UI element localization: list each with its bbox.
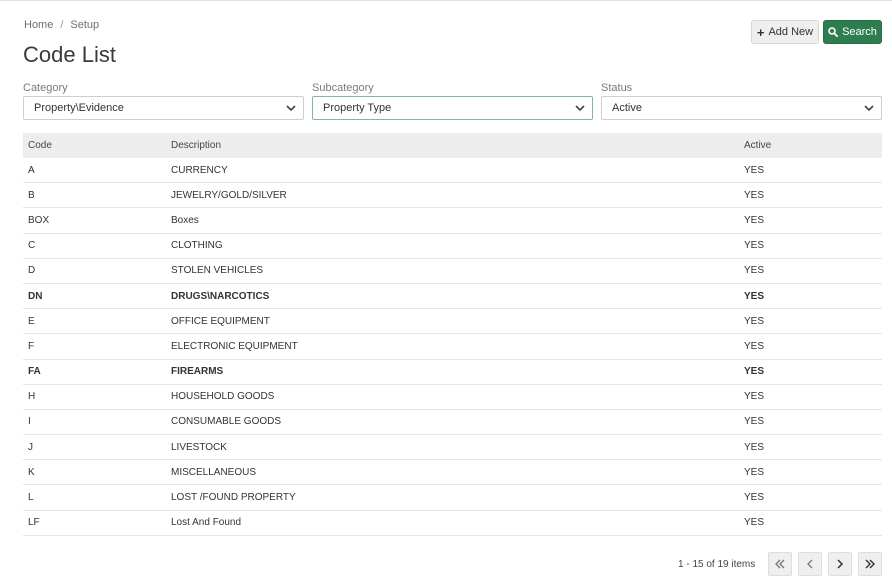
code-cell: A bbox=[28, 164, 35, 176]
table-row[interactable]: K MISCELLANEOUS YES bbox=[23, 460, 882, 486]
active-cell: YES bbox=[744, 492, 765, 504]
table-row[interactable]: H HOUSEHOLD GOODS YES bbox=[23, 385, 882, 410]
chevron-right-icon bbox=[837, 559, 844, 569]
active-cell: YES bbox=[744, 240, 765, 252]
active-cell: YES bbox=[744, 366, 765, 378]
code-cell: H bbox=[28, 391, 36, 403]
search-icon bbox=[828, 27, 839, 37]
table-row[interactable]: LF Lost And Found YES bbox=[23, 511, 882, 536]
code-cell: E bbox=[28, 315, 35, 327]
subcategory-label: Subcategory bbox=[312, 82, 374, 94]
description-cell: MISCELLANEOUS bbox=[171, 466, 257, 478]
active-cell: YES bbox=[744, 340, 765, 352]
description-cell: Lost And Found bbox=[171, 517, 242, 529]
first-page-button[interactable] bbox=[768, 552, 792, 576]
description-cell: LOST /FOUND PROPERTY bbox=[171, 492, 296, 504]
search-label: Search bbox=[842, 26, 877, 38]
description-cell: JEWELRY/GOLD/SILVER bbox=[171, 189, 287, 201]
category-value: Property\Evidence bbox=[34, 102, 124, 114]
description-cell: FIREARMS bbox=[171, 366, 224, 378]
plus-icon: + bbox=[756, 24, 765, 40]
code-cell: BOX bbox=[28, 214, 50, 226]
chevron-down-icon bbox=[286, 105, 296, 112]
table-row[interactable]: C CLOTHING YES bbox=[23, 234, 882, 259]
column-header-active[interactable]: Active bbox=[739, 140, 882, 151]
active-cell: YES bbox=[744, 517, 765, 529]
subcategory-select[interactable]: Property Type bbox=[312, 96, 593, 120]
breadcrumb: Home / Setup bbox=[24, 19, 99, 31]
code-cell: F bbox=[28, 340, 35, 352]
code-cell: J bbox=[28, 441, 33, 453]
table-row[interactable]: I CONSUMABLE GOODS YES bbox=[23, 410, 882, 436]
table-row[interactable]: BOX Boxes YES bbox=[23, 208, 882, 234]
description-cell: CONSUMABLE GOODS bbox=[171, 416, 282, 428]
code-cell: L bbox=[28, 492, 34, 504]
description-cell: LIVESTOCK bbox=[171, 441, 227, 453]
description-cell: OFFICE EQUIPMENT bbox=[171, 315, 270, 327]
status-value: Active bbox=[612, 102, 642, 114]
active-cell: YES bbox=[744, 441, 765, 453]
top-divider bbox=[0, 0, 892, 3]
column-header-description[interactable]: Description bbox=[166, 140, 739, 151]
description-cell: CURRENCY bbox=[171, 164, 228, 176]
active-cell: YES bbox=[744, 391, 765, 403]
chevrons-left-icon bbox=[775, 559, 785, 569]
search-button[interactable]: Search bbox=[823, 20, 882, 44]
breadcrumb-separator: / bbox=[60, 19, 64, 31]
table-row[interactable]: D STOLEN VEHICLES YES bbox=[23, 259, 882, 284]
chevron-down-icon bbox=[864, 105, 874, 112]
grid-body: A CURRENCY YES B JEWELRY/GOLD/SILVER YES BOX Bo… bbox=[23, 158, 882, 536]
code-cell: LF bbox=[28, 517, 40, 529]
chevron-left-icon bbox=[807, 559, 813, 569]
category-label: Category bbox=[23, 82, 68, 94]
active-cell: YES bbox=[744, 214, 765, 226]
code-cell: K bbox=[28, 466, 35, 478]
description-cell: CLOTHING bbox=[171, 240, 223, 252]
code-cell: D bbox=[28, 265, 36, 277]
table-row[interactable]: B JEWELRY/GOLD/SILVER YES bbox=[23, 183, 882, 209]
table-row[interactable]: J LIVESTOCK YES bbox=[23, 435, 882, 461]
code-cell: B bbox=[28, 189, 35, 201]
add-new-label: Add New bbox=[768, 26, 814, 38]
table-row[interactable]: F ELECTRONIC EQUIPMENT YES bbox=[23, 334, 882, 360]
code-grid: Code Description Active A CURRENCY YES B JEW… bbox=[23, 133, 882, 536]
active-cell: YES bbox=[744, 315, 765, 327]
table-row[interactable]: A CURRENCY YES bbox=[23, 158, 882, 184]
code-cell: I bbox=[28, 416, 31, 428]
last-page-button[interactable] bbox=[858, 552, 882, 576]
active-cell: YES bbox=[744, 189, 765, 201]
table-row[interactable]: L LOST /FOUND PROPERTY YES bbox=[23, 485, 882, 511]
breadcrumb-current[interactable]: Setup bbox=[70, 19, 99, 31]
table-row[interactable]: FA FIREARMS YES bbox=[23, 360, 882, 385]
page-title: Code List bbox=[23, 42, 116, 67]
subcategory-value: Property Type bbox=[323, 102, 392, 114]
status-label: Status bbox=[601, 82, 633, 94]
active-cell: YES bbox=[744, 290, 765, 302]
description-cell: ELECTRONIC EQUIPMENT bbox=[171, 340, 298, 352]
previous-page-button[interactable] bbox=[798, 552, 822, 576]
table-row[interactable]: E OFFICE EQUIPMENT YES bbox=[23, 309, 882, 335]
status-select[interactable]: Active bbox=[601, 96, 882, 120]
pager-info: 1 - 15 of 19 items bbox=[678, 559, 756, 570]
description-cell: HOUSEHOLD GOODS bbox=[171, 391, 275, 403]
description-cell: Boxes bbox=[171, 214, 199, 226]
table-row[interactable]: DN DRUGS\NARCOTICS YES bbox=[23, 284, 882, 310]
active-cell: YES bbox=[744, 265, 765, 277]
add-new-button[interactable]: + Add New bbox=[751, 20, 819, 44]
next-page-button[interactable] bbox=[828, 552, 852, 576]
code-cell: FA bbox=[28, 366, 41, 378]
code-cell: DN bbox=[28, 290, 43, 302]
breadcrumb-home-link[interactable]: Home bbox=[24, 19, 53, 31]
category-select[interactable]: Property\Evidence bbox=[23, 96, 304, 120]
chevron-down-icon bbox=[575, 105, 585, 112]
active-cell: YES bbox=[744, 416, 765, 428]
description-cell: DRUGS\NARCOTICS bbox=[171, 290, 270, 302]
chevrons-right-icon bbox=[865, 559, 875, 569]
active-cell: YES bbox=[744, 164, 765, 176]
code-cell: C bbox=[28, 240, 36, 252]
active-cell: YES bbox=[744, 466, 765, 478]
description-cell: STOLEN VEHICLES bbox=[171, 265, 264, 277]
grid-header: Code Description Active bbox=[23, 133, 882, 158]
column-header-code[interactable]: Code bbox=[23, 140, 166, 151]
